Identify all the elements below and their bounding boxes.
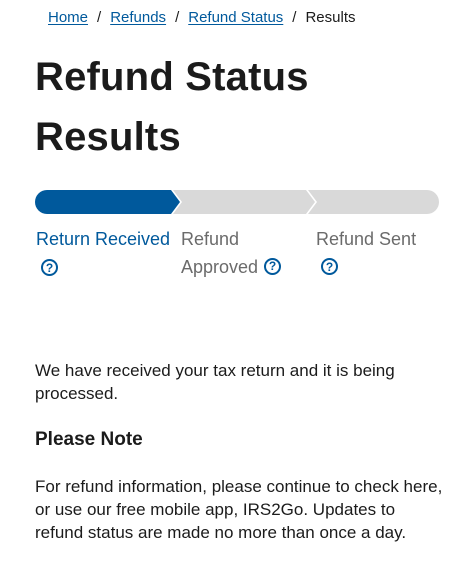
tracker-segment-return-received [35, 190, 180, 214]
progress-tracker-bar [35, 190, 439, 214]
progress-tracker [35, 190, 439, 214]
breadcrumb-separator: / [292, 9, 297, 26]
step-label-line: Approved [181, 257, 259, 277]
breadcrumb-separator: / [175, 9, 180, 26]
breadcrumb-current: Results [305, 9, 356, 26]
page-title: Refund Status Results [35, 55, 309, 159]
breadcrumb-link-home[interactable]: Home [48, 8, 88, 28]
tracker-segment-refund-sent [308, 190, 439, 214]
help-circle-icon[interactable]: ? [321, 258, 338, 275]
step-label: Return Received [36, 229, 171, 249]
breadcrumb: Home / Refunds / Refund Status / Results [48, 8, 356, 28]
step-label: Refund Approved? [181, 229, 282, 277]
help-circle-icon[interactable]: ? [264, 257, 282, 275]
note-heading: Please Note [35, 429, 143, 450]
step-refund-sent: Refund Sent [316, 225, 416, 253]
step-return-received: Return Received [36, 225, 170, 253]
help-circle-icon[interactable]: ? [41, 259, 58, 276]
breadcrumb-link-refunds[interactable]: Refunds [110, 8, 166, 28]
step-refund-approved: Refund Approved? [181, 225, 282, 281]
note-text: For refund information, please continue … [35, 477, 443, 542]
step-label-line: Refund [181, 229, 240, 249]
breadcrumb-separator: / [97, 9, 102, 26]
step-label: Refund Sent [316, 229, 417, 249]
breadcrumb-link-refund-status[interactable]: Refund Status [188, 8, 283, 28]
tracker-segment-refund-approved [173, 190, 315, 214]
status-message: We have received your tax return and it … [35, 361, 395, 403]
